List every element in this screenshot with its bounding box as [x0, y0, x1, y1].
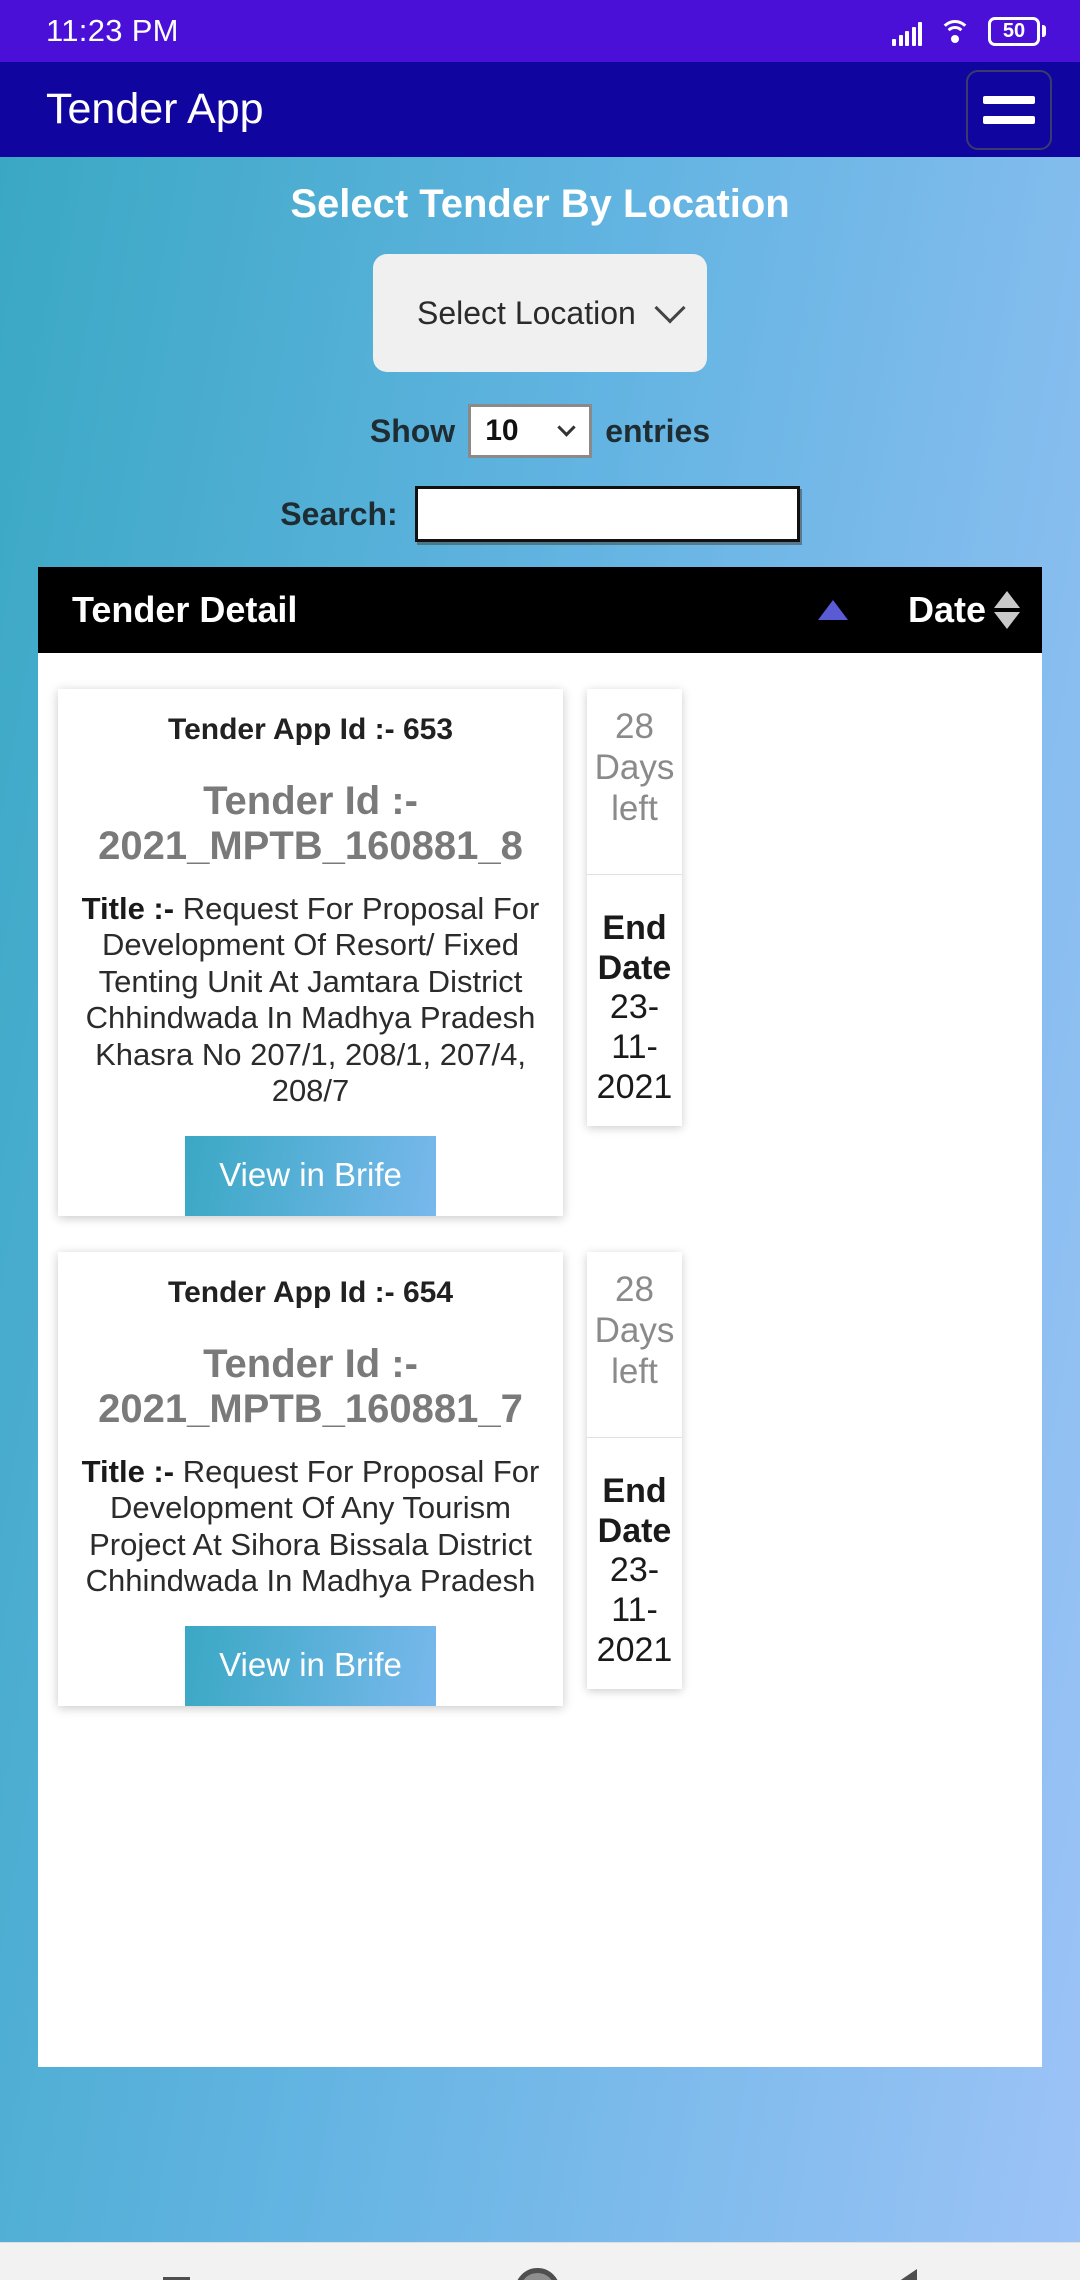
chevron-down-icon [654, 292, 686, 324]
end-date-value: 23-11-2021 [596, 1551, 673, 1669]
tender-app-id: Tender App Id :- 653 [76, 713, 545, 747]
entries-select[interactable]: 10 [468, 404, 593, 458]
table-row: Tender App Id :- 654 Tender Id :- 2021_M… [38, 1216, 1042, 1706]
status-bar-clock: 11:23 PM [46, 13, 179, 48]
battery-icon: 50 [988, 16, 1046, 46]
end-date-value: 23-11-2021 [596, 988, 673, 1106]
tender-date-card: 28 Days left End Date 23-11-2021 [587, 1252, 682, 1689]
battery-level-text: 50 [988, 16, 1040, 46]
android-nav-bar [0, 2242, 1080, 2280]
table-rows: Tender App Id :- 653 Tender Id :- 2021_M… [38, 653, 1042, 1706]
tender-app-id: Tender App Id :- 654 [76, 1276, 545, 1310]
status-bar-icons: 50 [892, 16, 1046, 46]
tender-title: Title :- Request For Proposal For Develo… [76, 891, 545, 1110]
square-recents-icon[interactable] [162, 2276, 190, 2280]
entries-select-value: 10 [485, 414, 519, 447]
tender-title-label: Title :- [81, 1453, 183, 1489]
tender-date-card: 28 Days left End Date 23-11-2021 [587, 689, 682, 1126]
end-date-label: End Date [597, 1471, 672, 1550]
tender-id-value: 2021_MPTB_160881_8 [98, 823, 523, 868]
tender-app-id-label: Tender App Id :- [167, 713, 403, 746]
end-date-block: End Date 23-11-2021 [587, 875, 682, 1126]
location-select-value: Select Location [417, 294, 636, 331]
battery-tip [1042, 25, 1046, 37]
entries-control: Show 10 entries [0, 404, 1080, 458]
tender-id-label: Tender Id :- [203, 779, 418, 823]
days-left-text: 28 Days left [587, 689, 682, 875]
view-in-brife-button[interactable]: View in Brife [185, 1136, 436, 1217]
column-header-date-label: Date [907, 589, 986, 630]
circle-home-icon[interactable] [515, 2267, 561, 2280]
days-left-text: 28 Days left [587, 1252, 682, 1438]
entries-prefix-label: Show [369, 412, 456, 449]
table-header-row: Tender Detail Date [38, 567, 1042, 653]
search-control: Search: [0, 486, 1080, 542]
entries-suffix-label: entries [605, 412, 711, 449]
end-date-block: End Date 23-11-2021 [587, 1438, 682, 1689]
tender-title: Title :- Request For Proposal For Develo… [76, 1454, 545, 1600]
status-bar: 11:23 PM 50 [0, 0, 1080, 62]
app-title: Tender App [46, 85, 264, 133]
table-row: Tender App Id :- 653 Tender Id :- 2021_M… [38, 653, 1042, 1217]
signal-bars-icon [892, 20, 922, 46]
tender-id-label: Tender Id :- [203, 1342, 418, 1387]
tender-detail-card: Tender App Id :- 653 Tender Id :- 2021_M… [58, 689, 563, 1217]
search-label: Search: [280, 495, 398, 532]
page-body: Select Tender By Location Select Locatio… [0, 157, 1080, 2242]
view-in-brife-button[interactable]: View in Brife [185, 1625, 436, 1706]
tender-id-value: 2021_MPTB_160881_7 [98, 1386, 523, 1431]
triangle-back-icon[interactable] [886, 2269, 918, 2280]
hamburger-menu-icon[interactable] [966, 69, 1052, 150]
tender-id: Tender Id :- 2021_MPTB_160881_8 [76, 779, 545, 869]
location-select[interactable]: Select Location [373, 254, 707, 372]
tender-app-id-value: 654 [402, 1276, 454, 1310]
end-date-label: End Date [597, 908, 672, 987]
tender-detail-card: Tender App Id :- 654 Tender Id :- 2021_M… [58, 1252, 563, 1706]
page-title: Select Tender By Location [290, 182, 790, 226]
tender-table: Tender Detail Date Tender App Id :- 653 … [38, 567, 1042, 2067]
column-header-date[interactable]: Date [908, 589, 1020, 631]
search-input[interactable] [414, 486, 800, 542]
tender-id: Tender Id :- 2021_MPTB_160881_7 [76, 1342, 545, 1432]
wifi-icon [939, 19, 971, 46]
tender-app-id-value: 653 [402, 713, 454, 746]
chevron-down-icon [557, 418, 576, 437]
tender-title-label: Title :- [81, 890, 183, 926]
sort-both-icon [994, 591, 1020, 629]
sort-asc-icon[interactable] [817, 600, 848, 620]
app-bar: Tender App [0, 62, 1080, 157]
column-header-tender-detail[interactable]: Tender Detail [72, 589, 818, 631]
tender-app-id-label: Tender App Id :- [167, 1276, 403, 1310]
